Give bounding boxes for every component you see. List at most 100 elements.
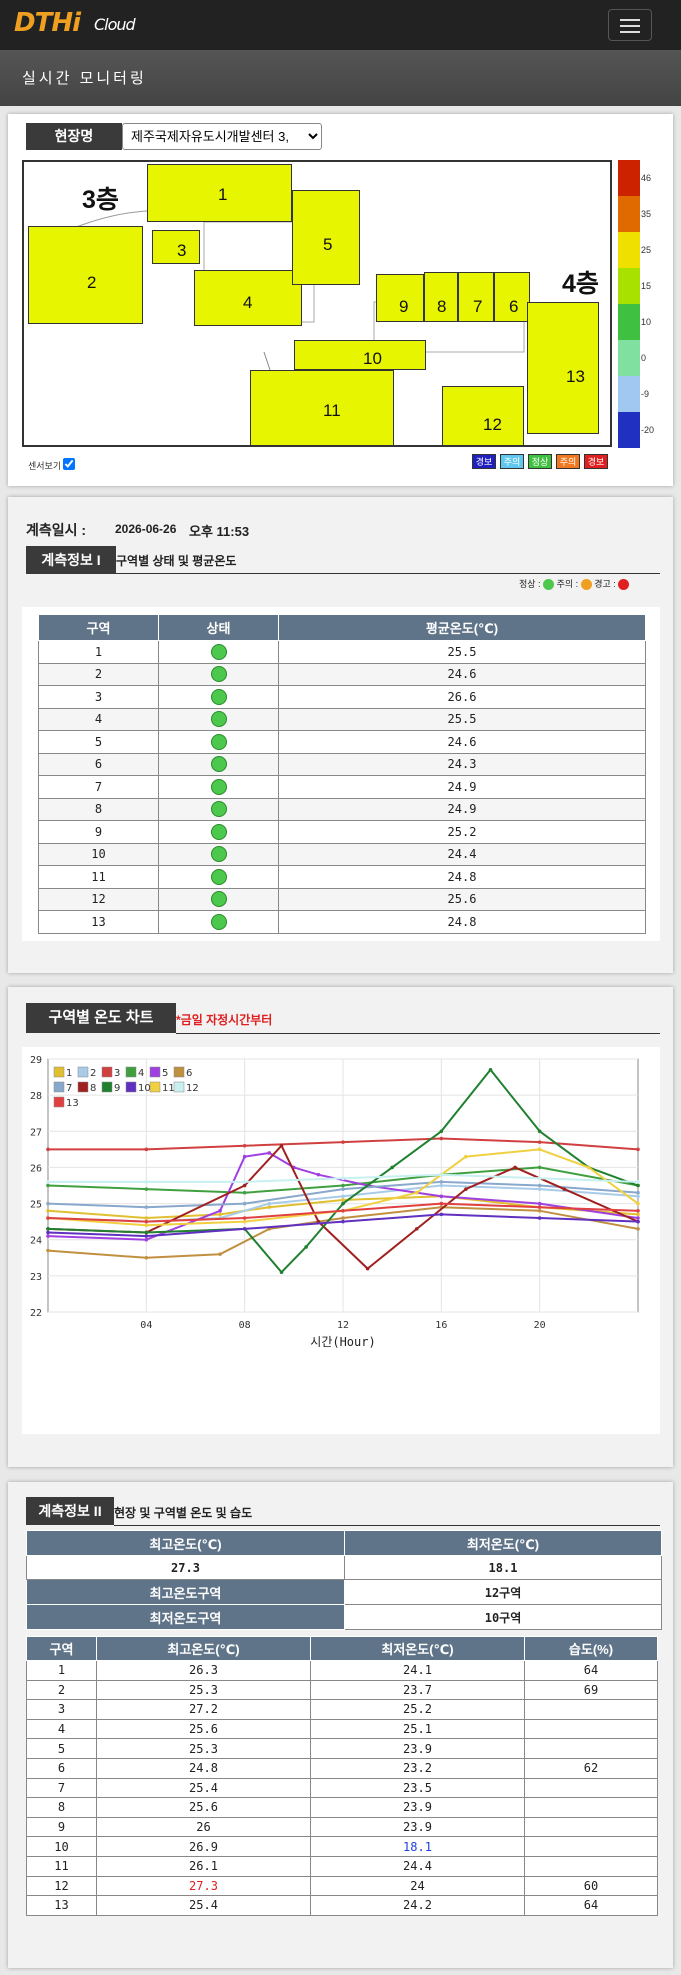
data-point-7 xyxy=(537,1183,542,1188)
table-row: 10 24.4 xyxy=(38,842,646,866)
table-row: 1 26.3 24.1 64 xyxy=(26,1660,658,1681)
data-point-8 xyxy=(414,1227,419,1231)
info1-description: 구역별 상태 및 평균온도 xyxy=(116,554,237,568)
zone-10[interactable]: 10 xyxy=(294,340,426,370)
data-point-13 xyxy=(439,1201,444,1206)
data-point-5 xyxy=(267,1151,272,1155)
legend-swatch-3 xyxy=(101,1066,113,1078)
zone-12[interactable]: 12 xyxy=(442,386,524,445)
site-label: 현장명 xyxy=(26,123,122,150)
data-point-9 xyxy=(304,1245,308,1249)
data-point-7 xyxy=(341,1187,345,1191)
zone-status-table: 구역 상태 평균온도(℃) 1 25.5 2 24.6 3 26.6 4 25.5 5 24.6 6… xyxy=(38,614,646,934)
data-point-12 xyxy=(144,1180,149,1184)
table-row: 9 26 23.9 xyxy=(26,1816,658,1838)
data-point-9 xyxy=(46,1227,50,1231)
y-tick-label: 28 xyxy=(30,1091,42,1102)
zone-9[interactable]: 9 xyxy=(376,274,424,322)
legend-swatch-9 xyxy=(101,1081,113,1093)
data-point-2 xyxy=(267,1201,272,1206)
legend-swatch-2 xyxy=(77,1066,89,1078)
data-point-13 xyxy=(144,1219,149,1224)
chart-container: 22 23 24 25 26 27 28 29 04 08 12 16 20 시간(Hour) 1 2 3 4 5 6… xyxy=(22,1047,660,1434)
normal-status-icon xyxy=(210,643,227,660)
data-point-4 xyxy=(341,1183,345,1188)
normal-status-icon xyxy=(210,733,227,750)
zone-13[interactable]: 13 xyxy=(527,302,599,434)
data-point-8 xyxy=(562,1187,567,1191)
legend-label-1: 1 xyxy=(66,1068,72,1079)
top-navbar: DTHi Cloud xyxy=(0,0,681,50)
normal-status-icon xyxy=(210,868,227,885)
data-point-7 xyxy=(636,1190,640,1195)
data-point-10 xyxy=(46,1230,50,1235)
zone-8[interactable]: 8 xyxy=(424,272,458,322)
data-point-2 xyxy=(636,1194,640,1199)
zone-4[interactable]: 4 xyxy=(194,270,302,326)
y-tick-label: 23 xyxy=(30,1272,42,1283)
table-row: 1 25.5 xyxy=(38,640,646,664)
legend-label-8: 8 xyxy=(90,1083,96,1094)
data-point-7 xyxy=(242,1201,247,1206)
measure-date: 2026-06-26 xyxy=(115,522,177,536)
site-summary-table: 최고온도(℃) 최저온도(℃) 27.3 18.1 최고온도구역 12구역 최저… xyxy=(26,1530,662,1630)
data-point-3 xyxy=(46,1147,50,1152)
table-row: 2 24.6 xyxy=(38,662,646,686)
data-point-12 xyxy=(537,1176,542,1181)
legend-swatch-6 xyxy=(173,1066,185,1078)
menu-button[interactable] xyxy=(608,9,652,41)
min-temp-zone: 10구역 xyxy=(344,1604,662,1630)
sensor-toggle-checkbox[interactable] xyxy=(63,458,75,470)
zone-5[interactable]: 5 xyxy=(292,190,360,285)
legend-alarm-high: 경보 xyxy=(584,454,608,469)
data-point-5 xyxy=(636,1216,640,1220)
data-point-9 xyxy=(390,1165,394,1170)
data-point-12 xyxy=(439,1172,444,1177)
info1-label: 계측정보 I xyxy=(26,546,116,574)
x-tick-label: 12 xyxy=(337,1320,349,1331)
data-point-8 xyxy=(464,1187,468,1191)
legend-swatch-4 xyxy=(125,1066,137,1078)
table-row: 13 24.8 xyxy=(38,910,646,934)
data-point-9 xyxy=(439,1129,444,1134)
caution-status-icon xyxy=(580,579,592,591)
x-tick-label: 04 xyxy=(140,1320,152,1331)
legend-label-2: 2 xyxy=(90,1068,96,1079)
zone-2[interactable]: 2 xyxy=(28,226,143,324)
data-point-13 xyxy=(341,1209,345,1213)
legend-swatch-13 xyxy=(53,1096,65,1108)
data-point-6 xyxy=(537,1209,542,1213)
zone-7[interactable]: 7 xyxy=(458,272,494,322)
site-select[interactable]: 제주국제자유도시개발센터 3, xyxy=(122,123,322,150)
zone-6[interactable]: 6 xyxy=(494,272,530,322)
data-point-12 xyxy=(242,1180,247,1184)
legend-swatch-10 xyxy=(125,1081,137,1093)
data-point-11 xyxy=(636,1201,640,1206)
data-point-2 xyxy=(537,1187,542,1191)
normal-status-icon xyxy=(210,846,227,863)
normal-status-icon xyxy=(210,756,227,773)
zone-11[interactable]: 11 xyxy=(250,370,394,445)
table-row: 4 25.6 25.1 xyxy=(26,1718,658,1740)
data-point-4 xyxy=(144,1187,149,1191)
normal-status-icon xyxy=(210,801,227,818)
legend-label-12: 12 xyxy=(186,1083,199,1094)
data-point-5 xyxy=(218,1209,222,1213)
data-point-5 xyxy=(439,1194,444,1199)
zone-3[interactable]: 3 xyxy=(152,230,200,264)
data-point-2 xyxy=(439,1183,444,1188)
zone-1[interactable]: 1 xyxy=(147,164,292,222)
floor-map: 3층 4층 1 2 3 4 5 6 7 8 9 10 11 12 13 xyxy=(22,160,612,447)
app-logo[interactable]: DTHi Cloud xyxy=(14,8,136,38)
page-title-bar: 실시간 모니터링 xyxy=(0,50,681,106)
zone-temp-humidity-table: 구역 최고온도(℃) 최저온도(℃) 습도(%) 1 26.3 24.1 64 2 25.… xyxy=(26,1636,658,1916)
x-axis-label: 시간(Hour) xyxy=(310,1335,375,1349)
legend-label-6: 6 xyxy=(186,1068,192,1079)
data-point-3 xyxy=(537,1140,542,1144)
table-row: 5 25.3 23.9 xyxy=(26,1738,658,1759)
chart-section-title: 구역별 온도 차트 xyxy=(26,1003,176,1033)
data-point-5 xyxy=(316,1172,321,1177)
normal-status-icon xyxy=(210,823,227,840)
y-tick-label: 25 xyxy=(30,1200,42,1211)
data-point-1 xyxy=(636,1212,640,1217)
